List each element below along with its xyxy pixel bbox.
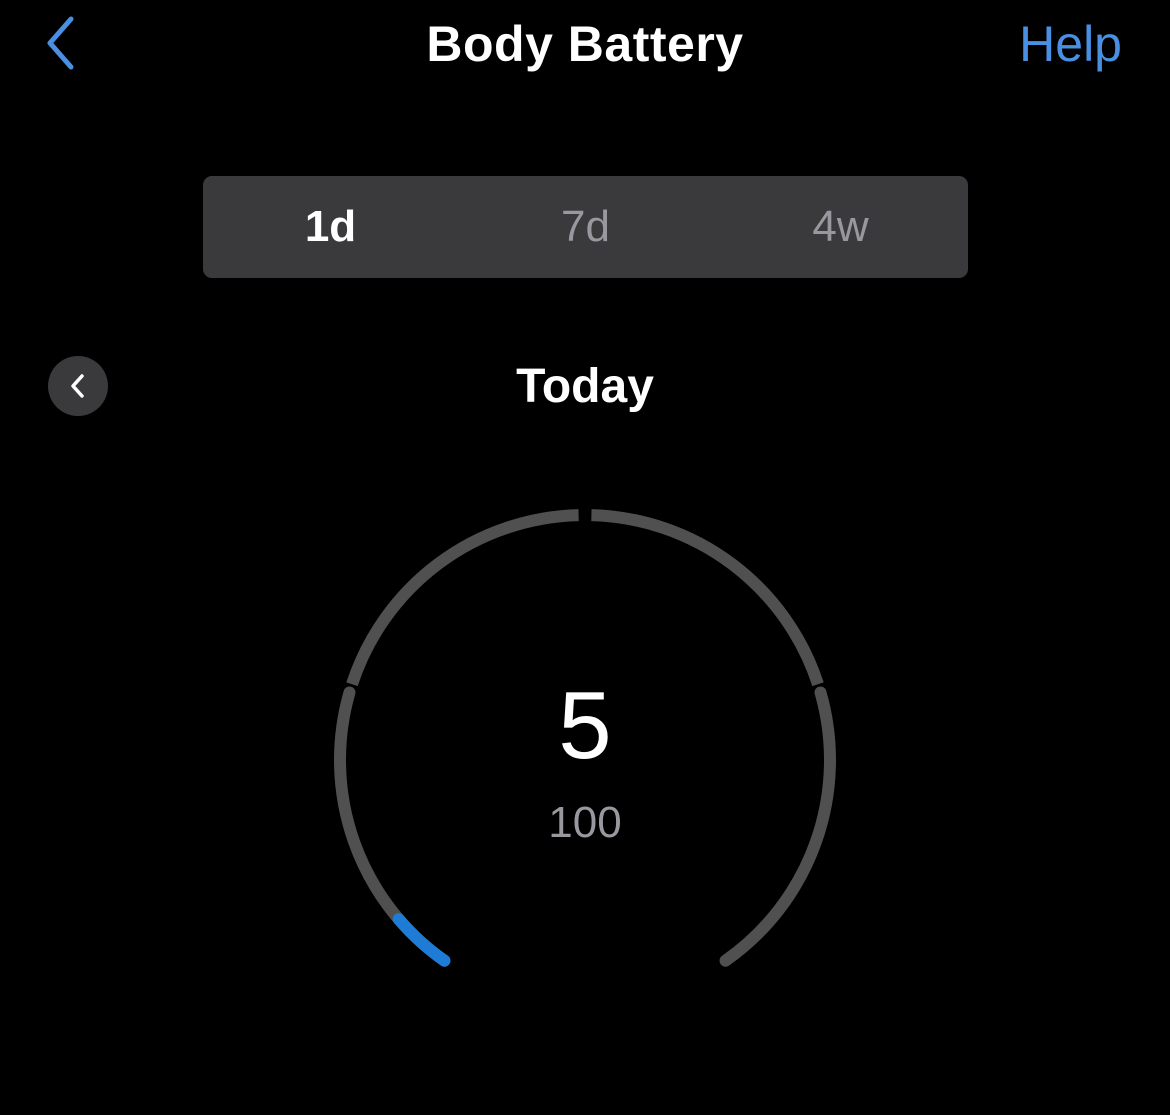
range-segmented-control: 1d 7d 4w: [203, 176, 968, 278]
tab-4w[interactable]: 4w: [713, 176, 968, 278]
gauge-max: 100: [548, 798, 622, 847]
nav-bar: Body Battery Help: [0, 0, 1170, 92]
gauge-track-segment: [346, 509, 579, 687]
gauge-value: 5: [558, 672, 612, 779]
tab-1d[interactable]: 1d: [203, 176, 458, 278]
gauge-fill: [392, 913, 451, 967]
page-title: Body Battery: [426, 16, 744, 72]
help-link[interactable]: Help: [1019, 14, 1122, 74]
tab-7d[interactable]: 7d: [458, 176, 713, 278]
gauge-track-segment: [591, 509, 824, 687]
period-label: Today: [516, 360, 654, 413]
